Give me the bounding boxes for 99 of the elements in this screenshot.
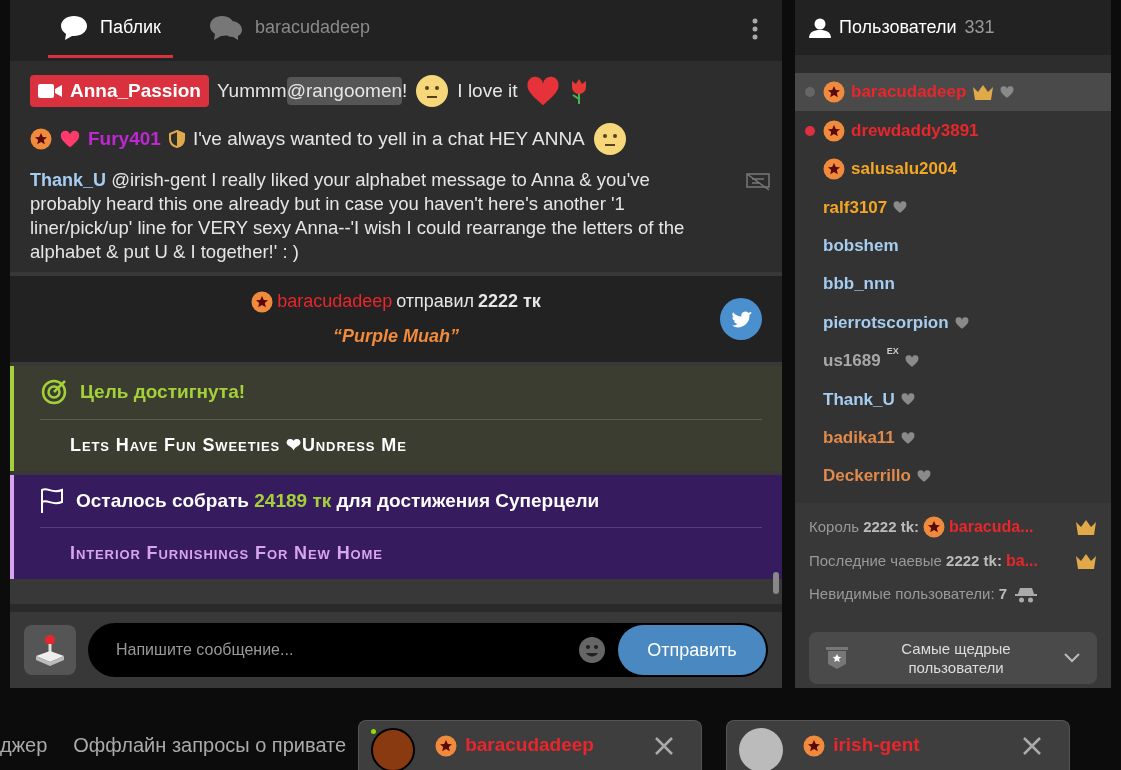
chevron-down-icon <box>1063 651 1081 664</box>
username: irish-gent <box>833 733 920 758</box>
star-badge-icon <box>823 81 845 104</box>
goal-text: Lets Have Fun Sweeties ❤Undress Me <box>70 433 408 457</box>
flag-icon <box>40 487 64 514</box>
tip-note: “Purple Muah” <box>333 325 459 348</box>
username: bobshem <box>823 235 899 257</box>
nav-link[interactable]: джер <box>0 730 48 760</box>
star-badge-icon <box>251 290 274 313</box>
crown-icon <box>1075 519 1097 536</box>
close-icon[interactable] <box>655 736 674 755</box>
username: drewdaddy3891 <box>851 119 979 142</box>
users-title: Пользователи <box>839 16 957 39</box>
bird-share-button[interactable] <box>720 298 762 340</box>
username: Thank_U <box>823 388 895 411</box>
user-list-item[interactable]: bobshem <box>795 226 1111 265</box>
user-list-item[interactable]: badika11 <box>795 418 1111 457</box>
username: pierrotscorpion <box>823 311 949 334</box>
star-badge-icon <box>823 157 845 180</box>
username: salusalu2004 <box>851 158 957 181</box>
supergoal-text: Осталось собрать 24189 тк для достижения Суперцели <box>76 488 600 513</box>
private-chat-tab[interactable]: irish-gent <box>726 720 1071 770</box>
star-badge-icon <box>823 119 845 142</box>
target-icon <box>40 378 68 407</box>
username: us1689 <box>823 350 881 373</box>
user-list-item[interactable]: Deckerrillo <box>795 456 1111 496</box>
username: baracudadeep <box>465 733 594 758</box>
joystick-icon <box>34 634 66 666</box>
crown-icon <box>972 84 995 101</box>
heart-icon <box>1000 85 1015 100</box>
chat-bubble-icon <box>60 14 88 41</box>
user-list-item[interactable]: Thank_U <box>795 380 1111 419</box>
nav-link[interactable]: Оффлайн запросы о привате <box>73 730 347 760</box>
user-list-item[interactable]: ralf3107 <box>795 188 1111 227</box>
summary-label: Король 2222 tk: <box>809 517 920 538</box>
chat-hearts-icon <box>208 14 243 41</box>
broadcaster-name-badge[interactable]: Anna_Passion <box>30 74 209 108</box>
message-text: I've always wanted to yell in a chat HEY ANNA <box>192 126 585 151</box>
user-list-item[interactable]: us1689 EX <box>795 341 1111 381</box>
username[interactable]: ba... <box>1005 549 1038 574</box>
close-icon[interactable] <box>1023 736 1042 755</box>
user-list-item[interactable]: drewdaddy3891 <box>795 111 1111 150</box>
supergoal-title: Interior Furnishings For New Home <box>70 542 384 565</box>
star-badge-icon <box>803 734 826 757</box>
no-chat-icon[interactable] <box>746 172 770 192</box>
username: Deckerrillo <box>823 465 911 488</box>
username[interactable]: Thank_U <box>30 170 107 190</box>
joystick-button[interactable] <box>24 625 76 675</box>
username[interactable]: baracudadeep <box>277 288 393 315</box>
more-options-icon[interactable] <box>752 18 758 40</box>
avatar-placeholder <box>371 727 416 770</box>
neutral-face-icon <box>415 74 450 108</box>
send-button[interactable]: Отправить <box>618 625 766 675</box>
star-pennant-icon <box>825 645 849 670</box>
diamond-heart-icon <box>60 129 80 149</box>
star-badge-icon <box>923 516 946 539</box>
username: ralf3107 <box>823 196 888 219</box>
heart-icon <box>916 469 931 484</box>
chat-tab[interactable]: baracudadeep <box>196 0 382 58</box>
avatar-placeholder <box>739 727 784 770</box>
scrollbar-thumb[interactable] <box>773 572 779 594</box>
users-count: 331 <box>964 16 995 39</box>
message-input-field[interactable]: Напишите сообщение... Отправить <box>88 623 768 677</box>
summary-label: Последние чаевые 2222 tk: <box>809 551 1002 572</box>
heart-icon <box>893 200 908 215</box>
username[interactable]: Fury401 <box>88 124 161 154</box>
ex-label: EX <box>886 345 899 356</box>
message-text: Thank_U @irish-gent I really liked your alphabet message to Anna & you've probably heard this one already but in case you haven't here's another '1 liner/pick/up' line for VERY sexy Anna--'I wish I could rearrange the letters of the alphabet & put U & I together!' : ) <box>30 168 686 264</box>
spy-icon <box>1015 586 1038 603</box>
heart-icon <box>525 74 560 108</box>
message-text: ! <box>402 78 408 103</box>
neutral-face-icon <box>592 122 627 156</box>
video-camera-icon <box>38 83 62 99</box>
shield-icon <box>168 130 185 148</box>
top-tippers-dropdown[interactable]: Самые щедрые пользователи <box>809 631 1097 684</box>
star-badge-icon <box>435 734 458 757</box>
username: baracudadeep <box>851 81 967 104</box>
heart-icon <box>900 392 915 407</box>
heart-icon <box>954 315 969 330</box>
goal-title: Цель достигнута! <box>80 380 246 404</box>
username: bbb_nnn <box>823 273 895 296</box>
tip-amount: 2222 тк <box>478 290 541 313</box>
user-list-item[interactable]: salusalu2004 <box>795 149 1111 189</box>
heart-icon <box>900 430 915 445</box>
crown-icon <box>1075 553 1097 570</box>
username: badika11 <box>823 426 895 449</box>
summary-label: Невидимые пользователи: 7 <box>809 584 1008 605</box>
mention[interactable]: @rangoomen <box>286 76 403 106</box>
private-chat-tab[interactable]: baracudadeep <box>358 720 703 770</box>
user-list-item[interactable]: pierrotscorpion <box>795 303 1111 342</box>
message-text: I love it <box>457 78 518 103</box>
message-text: Yummm <box>216 78 287 103</box>
heart-icon <box>904 353 919 368</box>
star-badge-icon <box>30 128 52 150</box>
username[interactable]: baracuda... <box>949 515 1034 540</box>
user-list-item[interactable]: bbb_nnn <box>795 264 1111 304</box>
user-icon <box>809 17 831 38</box>
smiley-icon[interactable] <box>578 636 606 664</box>
tip-verb: отправил <box>396 290 474 313</box>
